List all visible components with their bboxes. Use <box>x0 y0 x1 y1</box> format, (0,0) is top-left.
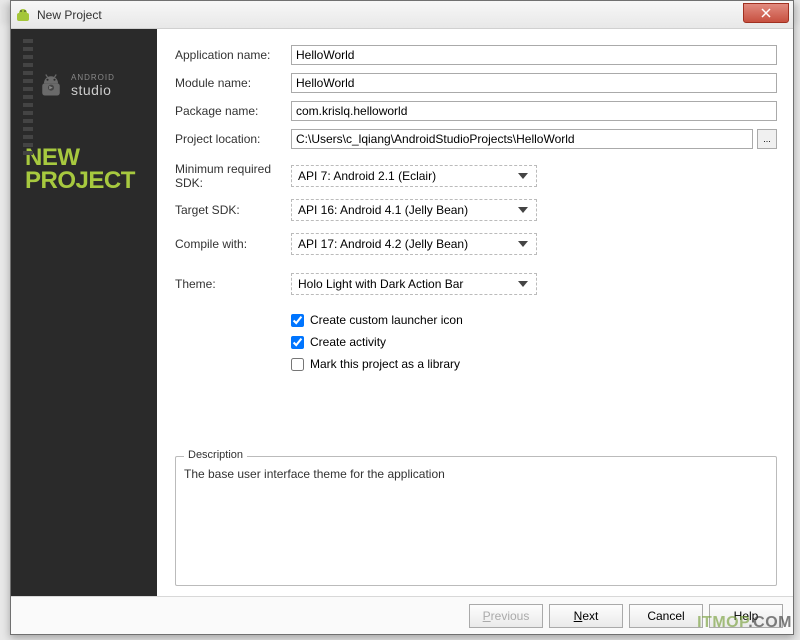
help-button[interactable]: Help <box>709 604 783 628</box>
android-icon <box>37 71 65 99</box>
theme-label: Theme: <box>175 277 291 291</box>
theme-value: Holo Light with Dark Action Bar <box>298 277 463 291</box>
brand-small-text: ANDROID <box>71 73 115 82</box>
compile-with-label: Compile with: <box>175 237 291 251</box>
create-launcher-icon-checkbox[interactable] <box>291 314 304 327</box>
next-button[interactable]: Next <box>549 604 623 628</box>
target-sdk-value: API 16: Android 4.1 (Jelly Bean) <box>298 203 468 217</box>
sidebar: ANDROID studio NEW PROJECT <box>11 29 157 596</box>
cancel-button[interactable]: Cancel <box>629 604 703 628</box>
create-activity-checkbox[interactable] <box>291 336 304 349</box>
android-studio-app-icon <box>15 7 31 23</box>
project-location-label: Project location: <box>175 132 291 146</box>
close-icon <box>761 8 771 18</box>
sidebar-pattern <box>23 39 33 159</box>
project-location-input[interactable] <box>291 129 753 149</box>
target-sdk-combo[interactable]: API 16: Android 4.1 (Jelly Bean) <box>291 199 537 221</box>
footer: Previous Next Cancel Help <box>11 596 793 634</box>
chevron-down-icon <box>518 207 528 213</box>
chevron-down-icon <box>518 173 528 179</box>
chevron-down-icon <box>518 281 528 287</box>
compile-with-combo[interactable]: API 17: Android 4.2 (Jelly Bean) <box>291 233 537 255</box>
sidebar-heading: NEW PROJECT <box>25 147 143 193</box>
chevron-down-icon <box>518 241 528 247</box>
theme-combo[interactable]: Holo Light with Dark Action Bar <box>291 273 537 295</box>
create-launcher-icon-label[interactable]: Create custom launcher icon <box>310 313 463 327</box>
min-sdk-label: Minimum required SDK: <box>175 162 291 190</box>
brand-big-text: studio <box>71 82 115 98</box>
description-box: Description The base user interface them… <box>175 456 777 586</box>
studio-brand: ANDROID studio <box>37 71 143 99</box>
module-name-input[interactable] <box>291 73 777 93</box>
target-sdk-label: Target SDK: <box>175 203 291 217</box>
close-button[interactable] <box>743 3 789 23</box>
titlebar: New Project <box>11 1 793 29</box>
description-text: The base user interface theme for the ap… <box>184 467 768 481</box>
app-name-label: Application name: <box>175 48 291 62</box>
package-name-label: Package name: <box>175 104 291 118</box>
content-area: ANDROID studio NEW PROJECT Application n… <box>11 29 793 596</box>
browse-button[interactable]: ... <box>757 129 777 149</box>
description-legend: Description <box>184 449 247 461</box>
compile-with-value: API 17: Android 4.2 (Jelly Bean) <box>298 237 468 251</box>
form-panel: Application name: Module name: Package n… <box>157 29 793 596</box>
new-project-window: New Project ANDROID studio <box>10 0 794 635</box>
spacer <box>175 375 777 456</box>
package-name-input[interactable] <box>291 101 777 121</box>
module-name-label: Module name: <box>175 76 291 90</box>
mark-library-checkbox[interactable] <box>291 358 304 371</box>
previous-button: Previous <box>469 604 543 628</box>
sidebar-heading-line2: PROJECT <box>25 170 143 193</box>
min-sdk-combo[interactable]: API 7: Android 2.1 (Eclair) <box>291 165 537 187</box>
create-activity-label[interactable]: Create activity <box>310 335 386 349</box>
mark-library-label[interactable]: Mark this project as a library <box>310 357 460 371</box>
app-name-input[interactable] <box>291 45 777 65</box>
min-sdk-value: API 7: Android 2.1 (Eclair) <box>298 169 436 183</box>
window-title: New Project <box>37 8 743 22</box>
